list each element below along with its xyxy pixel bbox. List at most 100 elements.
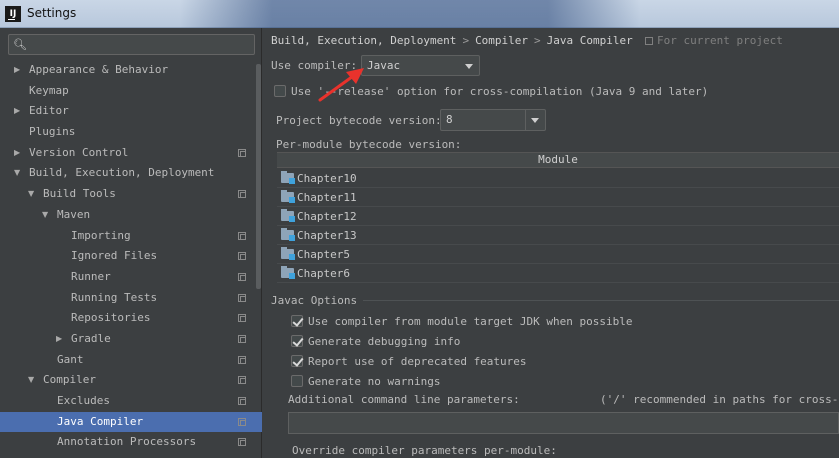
sidebar-item[interactable]: ▶ Version Control bbox=[0, 143, 262, 164]
expanded-arrow-icon[interactable]: ▼ bbox=[28, 184, 38, 205]
sidebar-item-label: Gradle bbox=[71, 331, 111, 345]
project-scope-icon bbox=[238, 438, 246, 447]
sidebar-item[interactable]: Excludes bbox=[0, 391, 262, 412]
chevron-down-icon bbox=[531, 118, 539, 123]
module-folder-icon bbox=[281, 228, 295, 241]
sidebar-item[interactable]: ▶ Appearance & Behavior bbox=[0, 60, 262, 81]
module-folder-icon bbox=[281, 190, 295, 203]
annotation-arrow-icon bbox=[318, 68, 364, 102]
sidebar-item[interactable]: ▼ Maven bbox=[0, 205, 262, 226]
expanded-arrow-icon[interactable]: ▼ bbox=[42, 205, 52, 226]
sidebar-item-label: Excludes bbox=[57, 394, 110, 407]
sidebar-item[interactable]: Repositories bbox=[0, 308, 262, 329]
breadcrumb-part-1: Build, Execution, Deployment bbox=[271, 34, 457, 47]
javac-option-label: Use compiler from module target JDK when… bbox=[308, 315, 633, 328]
module-name: Chapter5 bbox=[297, 248, 350, 261]
module-row[interactable]: Chapter11 bbox=[277, 188, 839, 207]
sidebar-item-label: Annotation Processors bbox=[57, 435, 197, 449]
sidebar-item[interactable]: Importing bbox=[0, 226, 262, 247]
project-scope-icon bbox=[238, 417, 246, 426]
sidebar-item[interactable]: ▼ Build, Execution, Deployment bbox=[0, 163, 262, 184]
javac-option-checkbox[interactable] bbox=[291, 335, 303, 347]
breadcrumb-separator: > bbox=[462, 34, 470, 47]
sidebar-item-label: Appearance & Behavior bbox=[29, 63, 169, 76]
additional-params-input[interactable] bbox=[288, 412, 839, 434]
sidebar-item-label: Compiler bbox=[43, 373, 96, 387]
javac-option-label: Report use of deprecated features bbox=[308, 355, 527, 368]
settings-search[interactable]: 🔍︎ bbox=[8, 34, 255, 55]
module-folder-icon bbox=[281, 209, 295, 222]
sidebar-item[interactable]: Plugins bbox=[0, 122, 262, 143]
sidebar-item[interactable]: Gant bbox=[0, 350, 262, 371]
sidebar-item[interactable]: Keymap bbox=[0, 81, 262, 102]
module-folder-icon bbox=[281, 247, 295, 260]
sidebar-item[interactable]: Java Compiler bbox=[0, 411, 262, 433]
per-module-label: Per-module bytecode version: bbox=[276, 138, 462, 151]
bytecode-version-select[interactable]: 8 bbox=[440, 109, 546, 131]
module-row[interactable]: Chapter6 bbox=[277, 264, 839, 283]
release-option-checkbox[interactable] bbox=[274, 85, 286, 97]
collapsed-arrow-icon[interactable]: ▶ bbox=[14, 143, 24, 164]
sidebar-item-label: Runner bbox=[71, 269, 111, 283]
sidebar-scrollbar[interactable] bbox=[256, 64, 261, 289]
intellij-app-icon: IJ bbox=[5, 6, 21, 22]
project-scope-icon bbox=[238, 334, 246, 343]
sidebar-item[interactable]: Annotation Processors bbox=[0, 432, 262, 453]
sidebar-item-label: Maven bbox=[57, 207, 91, 221]
use-compiler-select[interactable]: Javac bbox=[361, 55, 480, 76]
collapsed-arrow-icon[interactable]: ▶ bbox=[14, 101, 24, 122]
breadcrumb-part-2: Compiler bbox=[475, 34, 529, 47]
additional-params-hint: ('/' recommended in paths for cross-plat bbox=[600, 393, 839, 406]
javac-option-label: Generate no warnings bbox=[308, 375, 441, 388]
module-row[interactable]: Chapter12 bbox=[277, 207, 839, 226]
sidebar-item-label: Repositories bbox=[71, 311, 151, 325]
bytecode-version-label: Project bytecode version: bbox=[276, 114, 442, 127]
project-scope-icon bbox=[238, 376, 246, 385]
collapsed-arrow-icon[interactable]: ▶ bbox=[56, 329, 66, 350]
sidebar-item-label: Build Tools bbox=[43, 187, 116, 201]
project-scope-icon bbox=[238, 148, 246, 157]
module-row[interactable]: Chapter10 bbox=[277, 169, 839, 188]
javac-option-checkbox[interactable] bbox=[291, 315, 303, 327]
sidebar-item[interactable]: ▼ Compiler bbox=[0, 370, 262, 391]
sidebar-item[interactable]: Ignored Files bbox=[0, 246, 262, 267]
settings-sidebar: 🔍︎ ▶ Appearance & Behavior Keymap ▶ Editor Pl… bbox=[0, 28, 262, 458]
project-scope-icon bbox=[238, 272, 246, 281]
module-name: Chapter10 bbox=[297, 172, 357, 185]
section-divider bbox=[363, 300, 839, 301]
collapsed-arrow-icon[interactable]: ▶ bbox=[14, 60, 24, 81]
settings-tree: ▶ Appearance & Behavior Keymap ▶ Editor Plugi… bbox=[0, 60, 262, 453]
sidebar-item-label: Gant bbox=[57, 352, 84, 366]
project-scope-icon bbox=[238, 252, 246, 261]
sidebar-item[interactable]: ▼ Build Tools bbox=[0, 184, 262, 205]
breadcrumb-separator: > bbox=[534, 34, 541, 47]
javac-options-title: Javac Options bbox=[271, 294, 358, 307]
module-row[interactable]: Chapter5 bbox=[277, 245, 839, 264]
sidebar-item-label: Build, Execution, Deployment bbox=[29, 166, 215, 180]
expanded-arrow-icon[interactable]: ▼ bbox=[14, 163, 24, 184]
sidebar-item[interactable]: ▶ Gradle bbox=[0, 329, 262, 350]
title-bar: IJ Settings bbox=[0, 0, 839, 28]
javac-option-label: Generate debugging info bbox=[308, 335, 461, 348]
additional-params-label: Additional command line parameters: bbox=[288, 393, 520, 406]
annotation-arrow-head bbox=[346, 68, 364, 84]
title-bar-background bbox=[180, 0, 640, 28]
sidebar-item[interactable]: Runner bbox=[0, 267, 262, 288]
module-name: Chapter6 bbox=[297, 267, 350, 280]
annotation-arrow-shaft bbox=[318, 72, 358, 102]
module-name: Chapter11 bbox=[297, 191, 357, 204]
module-row[interactable]: Chapter13 bbox=[277, 226, 839, 245]
search-icon: 🔍︎ bbox=[13, 38, 27, 51]
search-input[interactable] bbox=[31, 36, 249, 53]
project-scope-icon bbox=[238, 231, 246, 240]
for-current-project-note: For current project bbox=[645, 34, 783, 47]
sidebar-item[interactable]: Running Tests bbox=[0, 288, 262, 309]
sidebar-item-label: Version Control bbox=[29, 145, 129, 159]
expanded-arrow-icon[interactable]: ▼ bbox=[28, 370, 38, 391]
sidebar-item-label: Importing bbox=[71, 228, 131, 242]
sidebar-item[interactable]: ▶ Editor bbox=[0, 101, 262, 122]
module-column-header[interactable]: Module bbox=[277, 152, 839, 168]
javac-option-checkbox[interactable] bbox=[291, 355, 303, 367]
javac-option-checkbox[interactable] bbox=[291, 375, 303, 387]
project-scope-icon bbox=[645, 37, 653, 45]
